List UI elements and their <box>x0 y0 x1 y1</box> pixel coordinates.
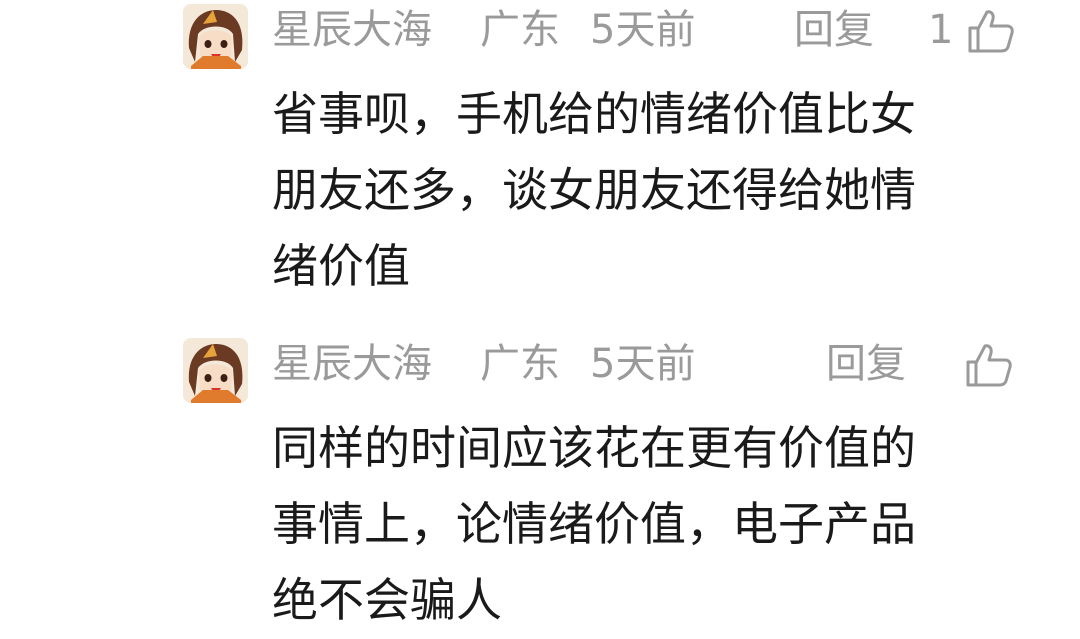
thumbs-up-icon <box>966 344 1012 387</box>
comment-text: 省事呗，手机给的情绪价值比女 朋友还多，谈女朋友还得给她情 绪价值 <box>272 76 992 304</box>
comment-text-line: 事情上，论情绪价值，电子产品 <box>272 497 916 551</box>
comment-text-line: 省事呗，手机给的情绪价值比女 <box>272 87 916 141</box>
avatar-image <box>183 338 248 403</box>
location: 广东 <box>480 7 560 53</box>
timestamp: 5天前 <box>590 7 696 53</box>
reply-button[interactable]: 回复 <box>826 340 906 388</box>
comment-text-line: 朋友还多，谈女朋友还得给她情 <box>272 163 916 217</box>
comment-text-line: 绪价值 <box>272 239 410 293</box>
timestamp: 5天前 <box>590 341 696 387</box>
comment-text: 同样的时间应该花在更有价值的 事情上，论情绪价值，电子产品 绝不会骗人 <box>272 410 992 638</box>
comment-text-line: 同样的时间应该花在更有价值的 <box>272 421 916 475</box>
username[interactable]: 星辰大海 <box>272 6 432 54</box>
reply-button[interactable]: 回复 <box>794 6 874 54</box>
avatar[interactable] <box>183 4 248 69</box>
comment-text-line: 绝不会骗人 <box>272 573 502 627</box>
avatar-image <box>183 4 248 69</box>
location: 广东 <box>480 341 560 387</box>
thumbs-up-icon <box>968 10 1014 53</box>
like-count: 1 <box>928 7 954 53</box>
avatar[interactable] <box>183 338 248 403</box>
username[interactable]: 星辰大海 <box>272 340 432 388</box>
